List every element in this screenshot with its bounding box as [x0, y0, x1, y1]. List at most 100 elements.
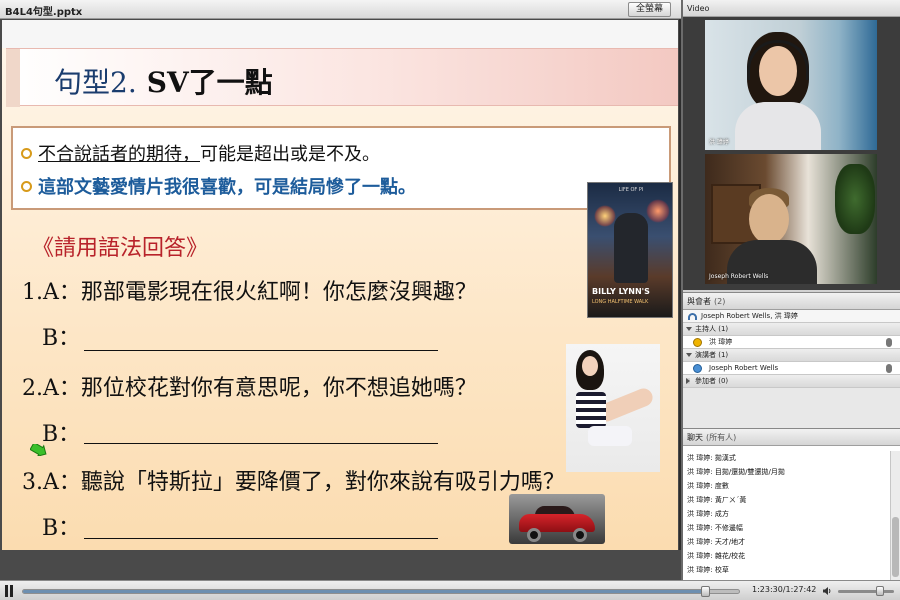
video-panel-title: Video: [687, 4, 710, 13]
video-panel: Video 洪 瑋婷 Joseph Robert Wells: [683, 0, 900, 290]
volume-slider[interactable]: [838, 590, 894, 593]
attendees-panel: 與會者 (2) Joseph Robert Wells, 洪 瑋婷 主持人 (1)…: [683, 292, 900, 428]
firework-shape: [594, 205, 616, 227]
attendee-name: Joseph Robert Wells: [709, 364, 779, 372]
soldier-figure: [614, 213, 648, 283]
chat-sender: 洪 瑋婷:: [687, 468, 713, 476]
chat-message: 洪 瑋婷: 成方: [683, 507, 888, 521]
chat-sender: 洪 瑋婷:: [687, 552, 713, 560]
answer-3-blank: [84, 538, 438, 539]
pause-bar: [5, 585, 8, 597]
bullet-example: 這部文藝愛情片我很喜歡，可是結局慘了一點。: [21, 173, 416, 199]
group-label: 主持人 (1): [695, 325, 729, 333]
question-2: 2.A：那位校花對你有意思呢，你不想追她嗎？: [22, 376, 477, 401]
group-participants[interactable]: 參加者 (0): [683, 375, 900, 388]
playback-seek-bar[interactable]: [22, 586, 740, 597]
firework-shape: [646, 199, 670, 223]
question-3: 3.A：聽說「特斯拉」要降價了，對你來說有吸引力嗎？: [22, 470, 565, 495]
pause-button[interactable]: [4, 585, 14, 597]
chat-text: 成方: [714, 510, 729, 518]
bullet-example-text: 這部文藝愛情片我很喜歡，可是結局慘了一點。: [38, 177, 416, 198]
chat-sender: 洪 瑋婷:: [687, 482, 713, 490]
chat-sender: 洪 瑋婷:: [687, 496, 713, 504]
video-panel-header: Video: [683, 0, 900, 17]
slide-canvas: 句型2. SV了一點 不合說話者的期待，可能是超出或是不及。 這部文藝愛情片我很喜…: [2, 20, 678, 550]
connected-users: Joseph Robert Wells, 洪 瑋婷: [701, 312, 798, 320]
chat-message: 洪 瑋婷: 黃ㄏㄨˊ黃: [683, 493, 888, 507]
slide-title-prefix: 句型2.: [54, 66, 137, 99]
chat-message: 洪 瑋婷: 度數: [683, 479, 888, 493]
volume-handle[interactable]: [876, 586, 884, 596]
playback-bar: 1:23:30/1:27:42: [0, 580, 900, 600]
chevron-right-icon: [686, 378, 690, 384]
host-body: [735, 102, 821, 150]
webcam-feed-presenter[interactable]: Joseph Robert Wells: [705, 154, 877, 284]
photo-striped-top: [576, 392, 606, 428]
slide-title-main: SV了一點: [146, 66, 273, 99]
chat-message: 洪 瑋婷: 拋漢式: [683, 451, 888, 465]
right-sidebar: Video 洪 瑋婷 Joseph Robert Wells 與會者 (2) Jo…: [683, 0, 900, 581]
pointer-arrow-icon: [30, 444, 47, 456]
webcam-label: Joseph Robert Wells: [709, 273, 769, 280]
playback-time: 1:23:30/1:27:42: [752, 585, 817, 594]
host-badge-icon: [693, 338, 702, 347]
chat-message: 洪 瑋婷: 不修邊幅: [683, 521, 888, 535]
bullet-rule-underlined: 不合說話者的期待，: [38, 144, 200, 165]
chat-sender: 洪 瑋婷:: [687, 510, 713, 518]
seek-progress-fill: [23, 590, 705, 593]
attendee-row[interactable]: Joseph Robert Wells: [683, 362, 900, 375]
chat-text: 黃ㄏㄨˊ黃: [714, 496, 747, 504]
pause-bar: [10, 585, 13, 597]
chat-message: 洪 瑋婷: 校草: [683, 563, 888, 577]
chat-title: 聊天: [687, 433, 703, 442]
microphone-icon[interactable]: [886, 364, 892, 373]
attendee-row[interactable]: 洪 瑋婷: [683, 336, 900, 349]
title-accent: [6, 49, 20, 107]
poster-top-text: LIFE OF PI: [618, 187, 644, 193]
chat-scope: (所有人): [706, 433, 737, 442]
slide-title: 句型2. SV了一點: [54, 61, 273, 101]
chat-scrollbar[interactable]: [890, 451, 900, 581]
microphone-icon[interactable]: [886, 338, 892, 347]
attendees-count: (2): [714, 297, 726, 306]
chat-text: 校草: [714, 566, 729, 574]
attendees-panel-header[interactable]: 與會者 (2): [683, 293, 900, 310]
chat-panel: 聊天 (所有人) 洪 瑋婷: 拋漢式 洪 瑋婷: 目拋/還拋/雙還拋/月拋 洪 瑋…: [683, 428, 900, 581]
school-belle-photo: [566, 344, 660, 472]
group-presenters[interactable]: 演講者 (1): [683, 349, 900, 362]
chat-text: 天才/地才: [714, 538, 746, 546]
bullet-rule: 不合說話者的期待，可能是超出或是不及。: [21, 140, 380, 166]
chat-sender: 洪 瑋婷:: [687, 524, 713, 532]
slide-title-bar: 句型2. SV了一點: [6, 48, 678, 107]
chat-message-list[interactable]: 洪 瑋婷: 拋漢式 洪 瑋婷: 目拋/還拋/雙還拋/月拋 洪 瑋婷: 度數 洪 …: [683, 451, 888, 581]
chat-scroll-thumb[interactable]: [892, 517, 899, 577]
plant: [835, 164, 875, 234]
chat-message: 洪 瑋婷: 雜花/校花: [683, 549, 888, 563]
seek-handle[interactable]: [701, 586, 710, 597]
slide-titlebar: B4L4句型.pptx 全螢幕: [0, 0, 681, 19]
fullscreen-button[interactable]: 全螢幕: [627, 2, 671, 17]
chat-sender: 洪 瑋婷:: [687, 454, 713, 462]
chevron-down-icon: [686, 353, 692, 357]
chat-text: 拋漢式: [714, 454, 736, 462]
photo-skirt: [588, 426, 632, 446]
answer-3-label: B：: [42, 516, 81, 541]
slide-top-band: [2, 20, 678, 48]
car-wheel: [527, 528, 541, 542]
attendee-name: 洪 瑋婷: [709, 338, 733, 346]
poster-subtitle: LONG HALFTIME WALK: [592, 299, 649, 305]
chevron-down-icon: [686, 327, 692, 331]
phone-icon: [688, 313, 697, 320]
webcam-feed-host[interactable]: 洪 瑋婷: [705, 20, 877, 150]
chat-sender: 洪 瑋婷:: [687, 538, 713, 546]
photo-face: [582, 356, 598, 376]
chat-sender: 洪 瑋婷:: [687, 566, 713, 574]
presenter-face: [749, 194, 789, 244]
file-name: B4L4句型.pptx: [5, 7, 83, 18]
volume-icon[interactable]: [822, 586, 832, 596]
bullet-circle-icon: [21, 181, 32, 192]
grammar-note-box: 不合說話者的期待，可能是超出或是不及。 這部文藝愛情片我很喜歡，可是結局慘了一點…: [11, 126, 671, 210]
group-hosts[interactable]: 主持人 (1): [683, 323, 900, 336]
chat-panel-header[interactable]: 聊天 (所有人): [683, 429, 900, 446]
chat-text: 目拋/還拋/雙還拋/月拋: [714, 468, 785, 476]
